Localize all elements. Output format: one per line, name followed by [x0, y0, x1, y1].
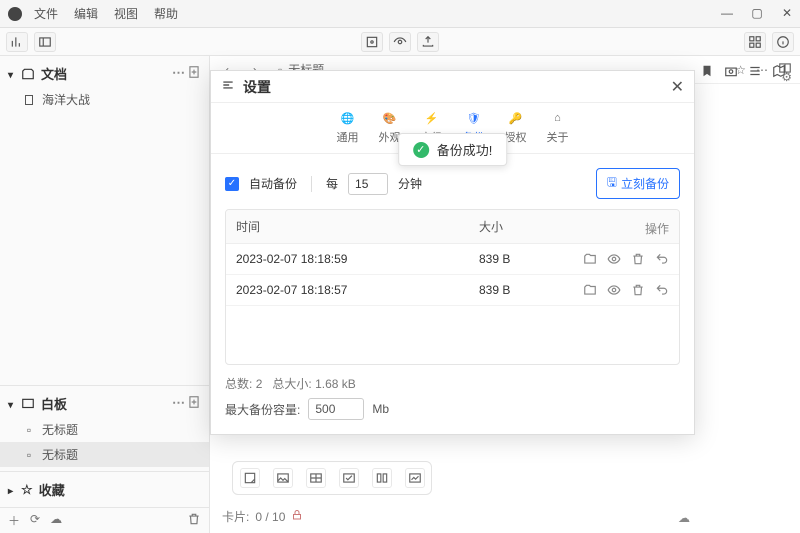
panels-icon[interactable]: [34, 32, 56, 52]
list-icon[interactable]: [748, 64, 762, 81]
backup-table: 时间 大小 操作 2023-02-07 18:18:59 839 B 2023-…: [225, 209, 680, 365]
export-icon[interactable]: [417, 32, 439, 52]
sidebar-board-item[interactable]: ▫无标题: [0, 442, 209, 467]
cloud-icon[interactable]: ☁: [50, 512, 62, 529]
table-tool-icon[interactable]: [306, 468, 326, 488]
note-tool-icon[interactable]: [240, 468, 260, 488]
auto-backup-label: 自动备份: [249, 175, 297, 192]
chart-icon[interactable]: [6, 32, 28, 52]
success-icon: ✓: [413, 142, 429, 158]
more-icon[interactable]: ⋯: [172, 395, 185, 412]
board-icon: ▫: [22, 448, 36, 462]
bookmark-icon[interactable]: [700, 64, 714, 81]
folder-icon[interactable]: [583, 252, 597, 266]
app-icon: [8, 7, 22, 21]
trash-icon[interactable]: [631, 283, 645, 297]
tab-about[interactable]: ⌂关于: [547, 109, 569, 145]
sidebar-boards-label: 白板: [41, 394, 67, 413]
sidebar-boards-header[interactable]: 白板 ⋯: [0, 390, 209, 417]
backup-icon: 🛡: [465, 109, 483, 127]
plus-icon[interactable]: ＋: [8, 512, 20, 529]
col-ops: 操作: [549, 220, 669, 234]
folder-icon[interactable]: [583, 283, 597, 297]
sidebar-fav-label: 收藏: [39, 480, 65, 499]
sidebar-docs-header[interactable]: 文档 ⋯: [0, 60, 209, 87]
check-tool-icon[interactable]: [339, 468, 359, 488]
advanced-icon: ⚡: [423, 109, 441, 127]
camera-icon[interactable]: [724, 64, 738, 81]
close-icon[interactable]: ✕: [671, 77, 684, 97]
col-time: 时间: [236, 218, 479, 235]
table-row: 2023-02-07 18:18:59 839 B: [226, 244, 679, 275]
settings-modal: 设置 ✕ 🌐通用 🎨外观 ⚡高级 🛡备份 🔑授权 ⌂关于 ✓ 备份成功! ✓ 自…: [210, 70, 695, 435]
trash-icon[interactable]: [631, 252, 645, 266]
doc-item-label: 海洋大战: [42, 91, 90, 108]
col-size: 大小: [479, 218, 549, 235]
lock-icon: [291, 509, 303, 524]
undo-icon[interactable]: [655, 283, 669, 297]
max-cap-input[interactable]: 500: [308, 398, 364, 420]
preview-icon[interactable]: [389, 32, 411, 52]
maximize-icon[interactable]: ▢: [748, 4, 766, 22]
backup-now-button[interactable]: 🖫立刻备份: [596, 168, 680, 199]
eye-icon[interactable]: [607, 252, 621, 266]
image-tool-icon[interactable]: [273, 468, 293, 488]
board-icon: ▫: [22, 423, 36, 437]
backup-summary: 总数: 2 总大小: 1.68 kB: [225, 365, 680, 396]
menu-view[interactable]: 视图: [114, 5, 138, 22]
add-doc-icon[interactable]: [187, 65, 201, 82]
max-capacity-row: 最大备份容量: 500 Mb: [225, 398, 680, 420]
palette-icon: 🎨: [381, 109, 399, 127]
sync-icon[interactable]: ⟳: [30, 512, 40, 529]
sidebar-fav-header[interactable]: ☆ 收藏: [0, 476, 209, 503]
interval-input[interactable]: 15: [348, 173, 388, 195]
close-icon[interactable]: ✕: [778, 4, 796, 22]
menu-help[interactable]: 帮助: [154, 5, 178, 22]
grid-icon[interactable]: [744, 32, 766, 52]
add-board-icon[interactable]: [187, 395, 201, 412]
sidebar-docs-label: 文档: [41, 64, 67, 83]
window-controls: — ▢ ✕: [718, 4, 796, 22]
save-icon: 🖫: [607, 173, 617, 194]
bottom-tool-tray: [232, 461, 432, 495]
undo-icon[interactable]: [655, 252, 669, 266]
cloud-sync-icon[interactable]: ☁: [678, 511, 690, 525]
trash-icon[interactable]: [187, 512, 201, 529]
toast-success: ✓ 备份成功!: [398, 133, 508, 166]
card-status: 卡片: 0 / 10: [222, 508, 303, 525]
modal-header: 设置 ✕: [211, 71, 694, 103]
gear-icon[interactable]: ⚙: [781, 70, 792, 84]
more-icon[interactable]: ⋯: [172, 65, 185, 82]
sidebar-footer: ＋ ⟳ ☁: [0, 507, 209, 533]
auth-icon: 🔑: [507, 109, 525, 127]
toast-text: 备份成功!: [437, 140, 493, 159]
home-icon: ⌂: [549, 109, 567, 127]
star-icon: ☆: [21, 482, 33, 498]
minimize-icon[interactable]: —: [718, 4, 736, 22]
auto-backup-checkbox[interactable]: ✓: [225, 177, 239, 191]
chart-tool-icon[interactable]: [405, 468, 425, 488]
menu-bar: 文件 编辑 视图 帮助: [0, 0, 800, 28]
settings-icon: [221, 78, 235, 95]
focus-icon[interactable]: [361, 32, 383, 52]
sidebar: 文档 ⋯ 海洋大战 白板 ⋯ ▫无标题 ▫无标题 ☆ 收藏 ＋ ⟳ ☁: [0, 56, 210, 533]
table-row: 2023-02-07 18:18:57 839 B: [226, 275, 679, 306]
modal-body: ✓ 自动备份 每 15 分钟 🖫立刻备份 时间 大小 操作 2023-02-07…: [211, 154, 694, 434]
columns-tool-icon[interactable]: [372, 468, 392, 488]
info-icon[interactable]: [772, 32, 794, 52]
tab-general[interactable]: 🌐通用: [337, 109, 359, 145]
sidebar-doc-item[interactable]: 海洋大战: [0, 87, 209, 112]
modal-title: 设置: [243, 77, 271, 97]
globe-icon: 🌐: [339, 109, 357, 127]
tab-auth[interactable]: 🔑授权: [505, 109, 527, 145]
menu-file[interactable]: 文件: [34, 5, 58, 22]
sidebar-board-item[interactable]: ▫无标题: [0, 417, 209, 442]
doc-icon: [22, 93, 36, 107]
menu-edit[interactable]: 编辑: [74, 5, 98, 22]
eye-icon[interactable]: [607, 283, 621, 297]
toolbar: [0, 28, 800, 56]
